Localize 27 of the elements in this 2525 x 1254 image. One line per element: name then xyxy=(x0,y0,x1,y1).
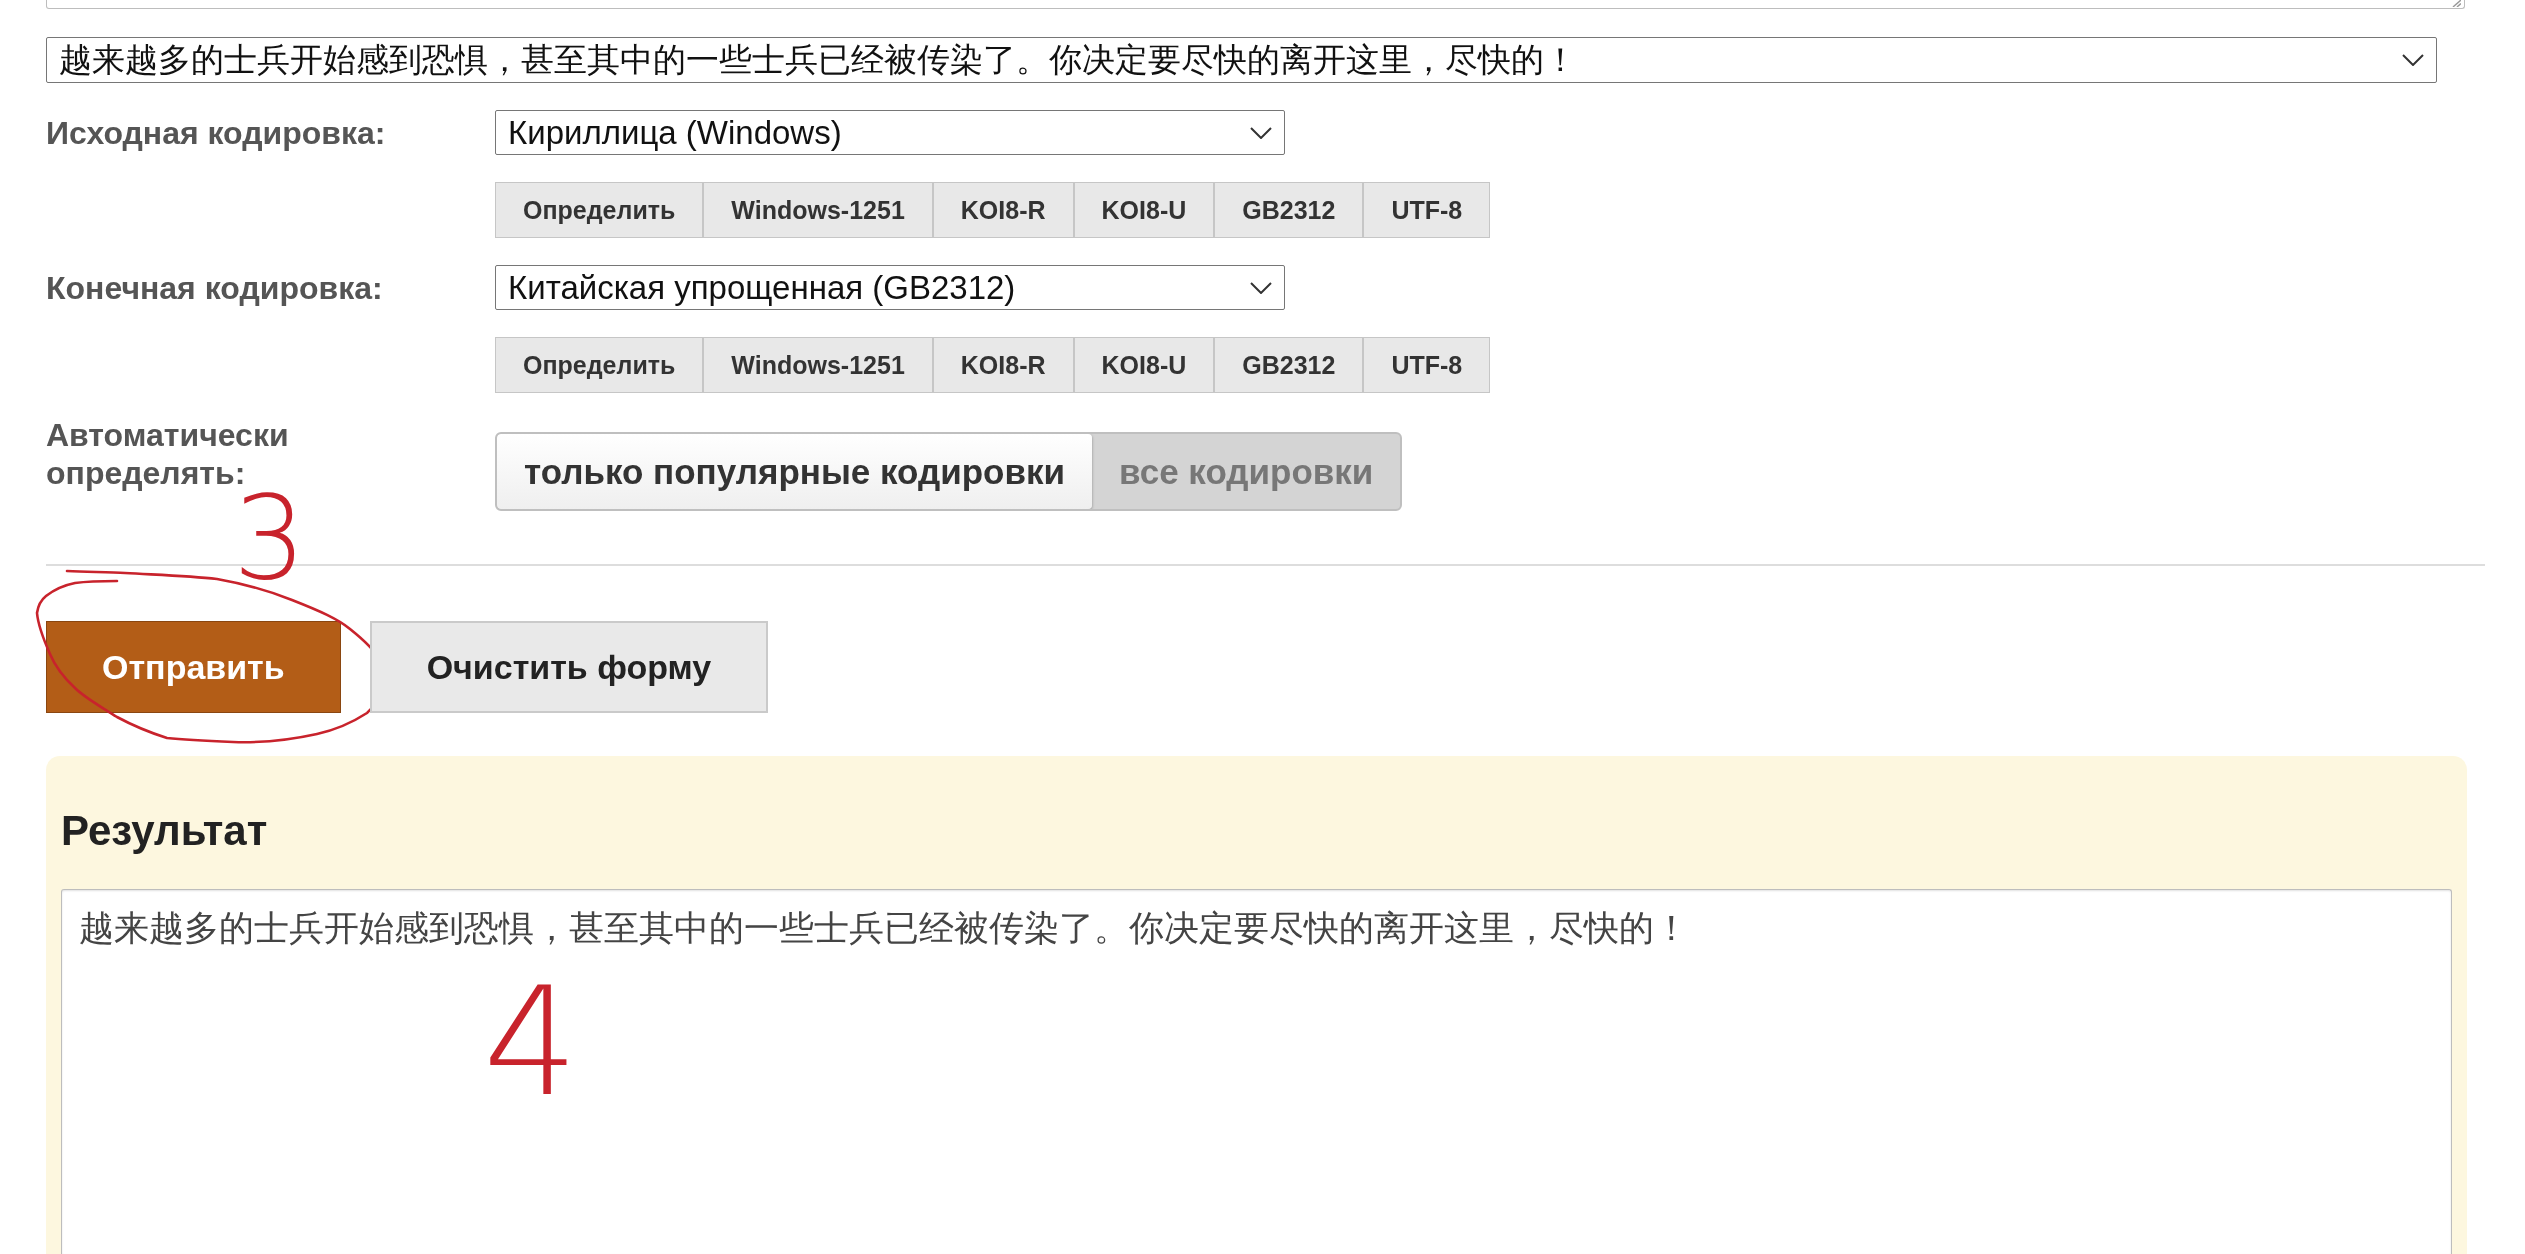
chevron-down-icon xyxy=(2402,54,2424,66)
encoding-button[interactable]: KOI8-U xyxy=(1073,337,1215,393)
encoding-button[interactable]: UTF-8 xyxy=(1363,182,1491,238)
clear-form-button[interactable]: Очистить форму xyxy=(369,621,769,713)
encoding-button[interactable]: Windows-1251 xyxy=(703,337,933,393)
submit-button[interactable]: Отправить xyxy=(46,621,341,713)
encoding-button[interactable]: Определить xyxy=(495,182,704,238)
encoding-select[interactable]: Китайская упрощенная (GB2312) xyxy=(495,265,1285,310)
encoding-button[interactable]: GB2312 xyxy=(1214,337,1364,393)
field-label: Исходная кодировка: xyxy=(46,113,386,152)
handwritten-number: 4 xyxy=(483,986,579,1099)
chevron-down-icon xyxy=(1250,126,1272,139)
text-area[interactable] xyxy=(46,0,2465,9)
field-label: Автоматически определять: xyxy=(46,416,290,492)
encoding-button[interactable]: KOI8-U xyxy=(1073,182,1215,238)
encoding-button[interactable]: KOI8-R xyxy=(932,337,1074,393)
toggle-option[interactable]: только популярные кодировки xyxy=(497,434,1093,509)
encoding-button[interactable]: Определить xyxy=(495,337,704,393)
result-heading: Результат xyxy=(61,806,268,856)
encoding-button[interactable]: KOI8-R xyxy=(932,182,1074,238)
encoding-button[interactable]: GB2312 xyxy=(1214,182,1364,238)
encoding-button[interactable]: Windows-1251 xyxy=(703,182,933,238)
encoding-select[interactable]: Кириллица (Windows) xyxy=(495,110,1285,155)
chevron-down-icon xyxy=(1250,281,1272,294)
text-select[interactable]: 越来越多的士兵开始感到恐惧，甚至其中的一些士兵已经被传染了。你决定要尽快的离开这里，尽快的！ xyxy=(46,37,2437,83)
field-label: Конечная кодировка: xyxy=(46,268,383,307)
encoding-button[interactable]: UTF-8 xyxy=(1363,337,1491,393)
